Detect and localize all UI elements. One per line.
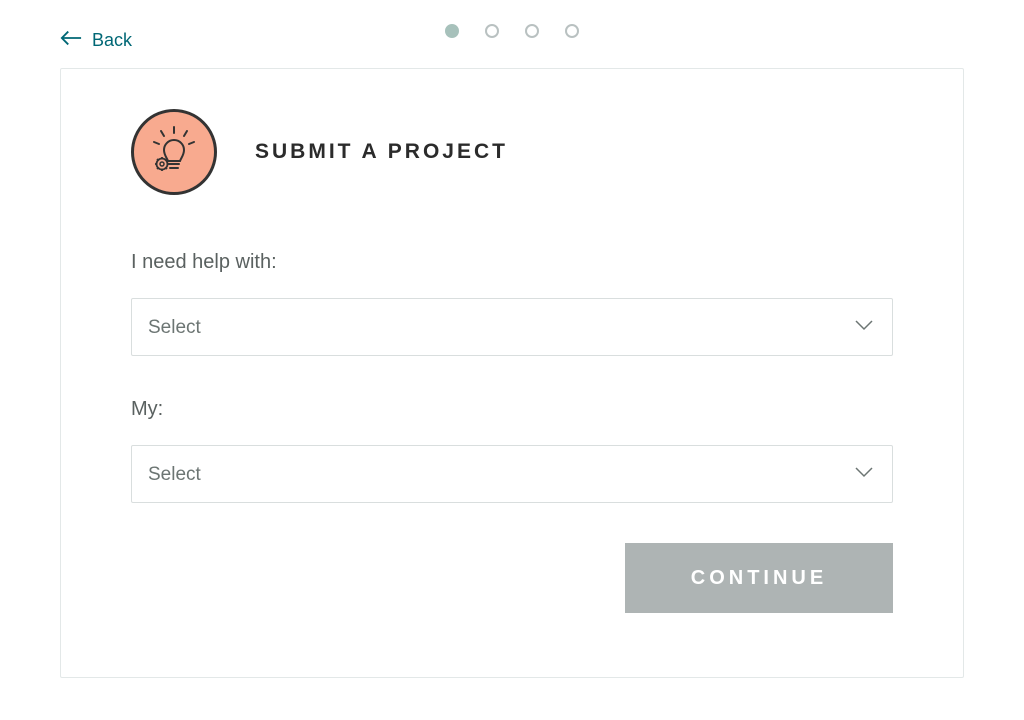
progress-stepper: [445, 24, 579, 38]
my-label: My:: [131, 398, 893, 421]
step-dot-3: [525, 24, 539, 38]
my-group: My: Select: [131, 398, 893, 503]
lightbulb-gear-icon: [131, 109, 217, 195]
help-with-label: I need help with:: [131, 251, 893, 274]
form-card: SUBMIT A PROJECT I need help with: Selec…: [60, 68, 964, 678]
card-header: SUBMIT A PROJECT: [131, 109, 893, 195]
step-dot-4: [565, 24, 579, 38]
back-label: Back: [92, 30, 132, 51]
help-with-select[interactable]: Select: [131, 298, 893, 356]
top-bar: Back: [0, 0, 1024, 56]
step-dot-2: [485, 24, 499, 38]
arrow-left-icon: [60, 29, 82, 52]
page-title: SUBMIT A PROJECT: [255, 140, 508, 164]
my-select[interactable]: Select: [131, 445, 893, 503]
my-select-wrap: Select: [131, 445, 893, 503]
help-with-group: I need help with: Select: [131, 251, 893, 356]
continue-button[interactable]: CONTINUE: [625, 543, 893, 613]
help-with-select-wrap: Select: [131, 298, 893, 356]
back-button[interactable]: Back: [60, 29, 132, 52]
step-dot-1: [445, 24, 459, 38]
